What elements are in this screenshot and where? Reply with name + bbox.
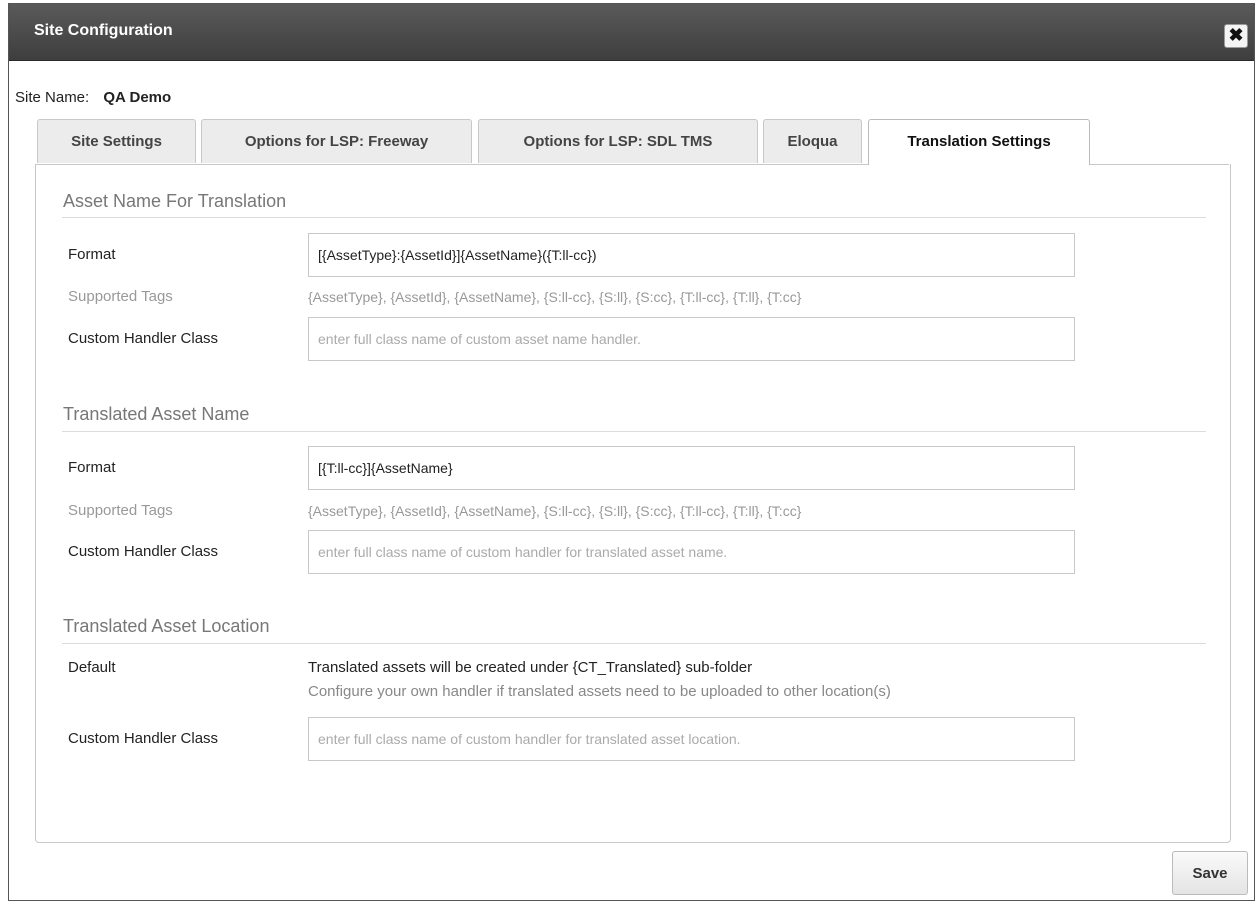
- custom-handler-label: Custom Handler Class: [68, 730, 219, 747]
- custom-handler-label: Custom Handler Class: [68, 330, 219, 347]
- close-icon[interactable]: ✖: [1224, 24, 1248, 48]
- tab-site-settings[interactable]: Site Settings: [37, 119, 196, 163]
- supported-tags-label: Supported Tags: [68, 288, 173, 305]
- supported-tags-value: {AssetType}, {AssetId}, {AssetName}, {S:…: [308, 289, 802, 305]
- site-name-row: Site Name: QA Demo: [15, 89, 171, 106]
- dialog-title: Site Configuration: [34, 22, 173, 39]
- tab-translation-settings[interactable]: Translation Settings: [868, 119, 1090, 165]
- custom-handler-label: Custom Handler Class: [68, 543, 219, 560]
- asset-name-handler-input[interactable]: [308, 317, 1075, 361]
- save-button[interactable]: Save: [1172, 851, 1248, 895]
- tab-options-lsp-sdl-tms[interactable]: Options for LSP: SDL TMS: [478, 119, 758, 163]
- section-title-translated-name: Translated Asset Name: [63, 404, 250, 424]
- dialog-titlebar: Site Configuration ✖: [9, 4, 1254, 61]
- tab-eloqua[interactable]: Eloqua: [763, 119, 862, 163]
- translation-settings-panel: Asset Name For Translation Format Suppor…: [35, 164, 1231, 843]
- tab-bar: Site Settings Options for LSP: Freeway O…: [35, 116, 1229, 165]
- section-divider: [62, 643, 1206, 644]
- format-label: Format: [68, 246, 116, 263]
- section-divider: [62, 217, 1206, 218]
- tab-options-lsp-freeway[interactable]: Options for LSP: Freeway: [201, 119, 472, 163]
- translated-location-handler-input[interactable]: [308, 717, 1075, 761]
- format-label: Format: [68, 459, 116, 476]
- section-divider: [62, 431, 1206, 432]
- supported-tags-value: {AssetType}, {AssetId}, {AssetName}, {S:…: [308, 503, 802, 519]
- translated-name-format-input[interactable]: [308, 446, 1075, 490]
- section-title-asset-name: Asset Name For Translation: [63, 191, 287, 211]
- asset-name-format-input[interactable]: [308, 233, 1075, 277]
- default-location-hint: Configure your own handler if translated…: [308, 683, 891, 700]
- site-configuration-dialog: Site Configuration ✖ Site Name: QA Demo …: [8, 3, 1255, 901]
- default-label: Default: [68, 659, 116, 676]
- default-location-text: Translated assets will be created under …: [308, 659, 753, 676]
- section-title-translated-location: Translated Asset Location: [63, 616, 270, 636]
- site-name-label: Site Name:: [15, 89, 90, 106]
- translated-name-handler-input[interactable]: [308, 530, 1075, 574]
- site-name-value: QA Demo: [103, 89, 172, 106]
- supported-tags-label: Supported Tags: [68, 502, 173, 519]
